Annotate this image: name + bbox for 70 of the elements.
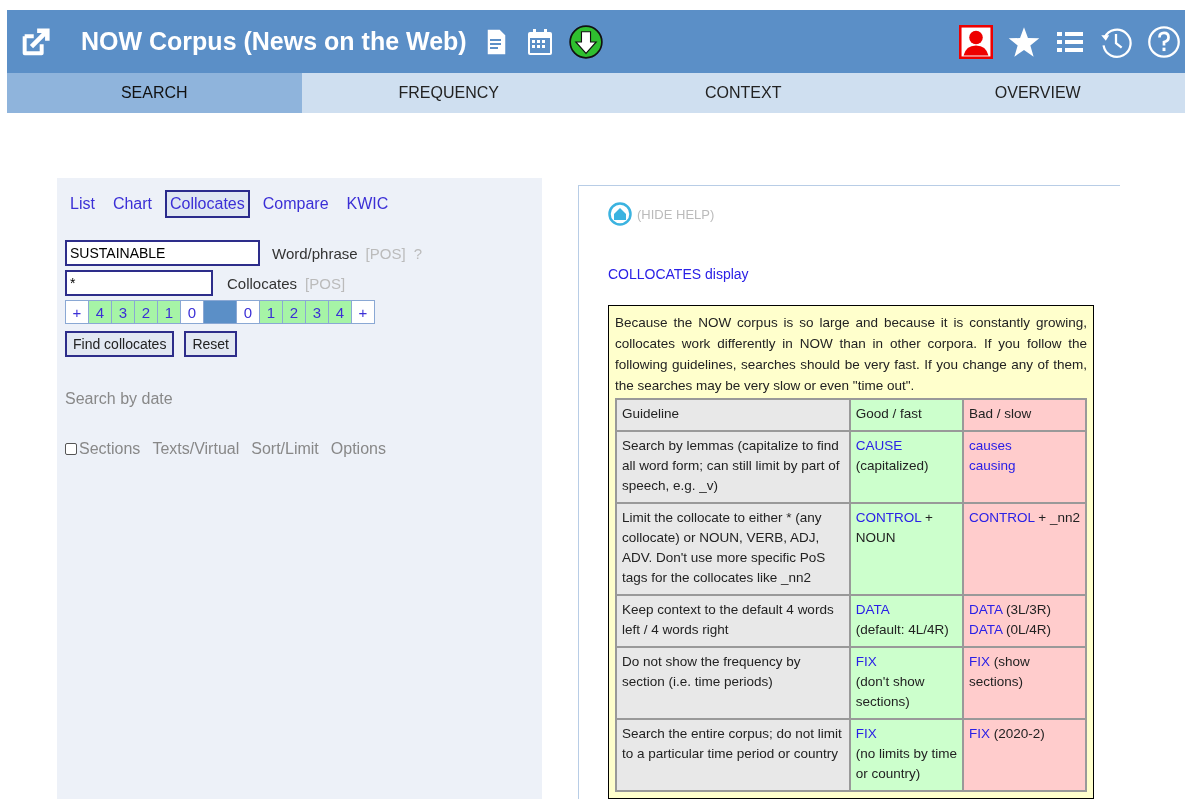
cell-text: sections) <box>855 694 910 709</box>
download-icon[interactable] <box>568 24 603 59</box>
cell-text: NOUN <box>855 530 896 545</box>
cell-text: + <box>924 510 933 525</box>
app-title: NOW Corpus (News on the Web) <box>81 27 467 56</box>
field-label: Collocates <box>227 274 298 292</box>
span-position[interactable]: 2 <box>283 301 306 323</box>
option-label: Sections <box>79 440 141 458</box>
span-position[interactable]: 2 <box>135 301 158 323</box>
help-text: Because the NOW corpus is so large and because it is constantly growing, collocates work differently in NOW than in other corpora. If you follow the following guidelines, searches should be very fast. If you change any of them, the searches may be very slow or even "time out". <box>615 314 1087 395</box>
span-position[interactable]: 4 <box>329 301 352 323</box>
span-position[interactable]: 1 <box>260 301 283 323</box>
collocate-field[interactable]: * <box>65 270 213 296</box>
guideline-cell: Search the entire corpus; do not limit to a particular time period or country <box>616 719 850 791</box>
table-link[interactable]: CAUSE <box>855 438 903 453</box>
mode-tab[interactable]: Compare <box>257 190 334 218</box>
cell-text: (show <box>992 654 1030 669</box>
cell-text: (3L/3R) <box>1005 602 1052 617</box>
column-header: Bad / slow <box>963 399 1086 431</box>
nav-tab[interactable]: SEARCH <box>7 73 302 113</box>
table-link[interactable]: causes <box>969 438 1012 453</box>
table-link[interactable]: DATA <box>855 602 890 617</box>
guideline-cell: Limit the collocate to either * (any collocate) or NOUN, VERB, ADJ, ADV. Don't use more specific PoS tags for the collocates like _nn2 <box>616 503 850 595</box>
span-position[interactable]: 3 <box>112 301 135 323</box>
table-link[interactable]: FIX <box>969 726 991 741</box>
nav-tab[interactable]: CONTEXT <box>596 73 891 113</box>
help-icon[interactable] <box>1147 24 1181 59</box>
expand-span-button[interactable]: + <box>352 301 374 323</box>
nav-tab[interactable]: FREQUENCY <box>301 73 596 113</box>
span-position[interactable]: 0 <box>237 301 260 323</box>
user-icon[interactable] <box>959 24 993 59</box>
table-link[interactable]: DATA <box>969 622 1003 637</box>
table-link[interactable]: FIX <box>969 654 991 669</box>
form-button[interactable]: Reset <box>184 331 237 357</box>
span-position[interactable]: 4 <box>89 301 112 323</box>
nav-tab[interactable]: OVERVIEW <box>890 73 1185 113</box>
column-header: Guideline <box>616 399 850 431</box>
mode-tab[interactable]: KWIC <box>341 190 394 218</box>
cell-text: (default: 4L/4R) <box>855 622 949 637</box>
mode-tab[interactable]: Chart <box>107 190 158 218</box>
cell-text: sections) <box>969 674 1024 689</box>
cell-text: (don't show <box>855 674 925 689</box>
table-link[interactable]: CONTROL <box>969 510 1035 525</box>
guideline-cell: Search by lemmas (capitalize to find all word form; can still limit by part of speech, e.g. _v) <box>616 431 850 503</box>
mode-tab[interactable]: List <box>65 190 100 218</box>
cell-text: (no limits by time <box>855 746 958 761</box>
table-link[interactable]: FIX <box>855 654 877 669</box>
span-position[interactable]: 0 <box>181 301 204 323</box>
guideline-cell: Keep context to the default 4 words left / 4 words right <box>616 595 850 647</box>
table-link[interactable]: DATA <box>969 602 1003 617</box>
column-header: Good / fast <box>849 399 964 431</box>
table-link[interactable]: FIX <box>855 726 877 741</box>
expand-span-button[interactable]: + <box>66 301 89 323</box>
home-icon[interactable] <box>608 202 632 226</box>
form-button[interactable]: Find collocates <box>65 331 175 357</box>
help-heading: COLLOCATES display <box>608 266 749 282</box>
cell-text: (0L/4R) <box>1005 622 1052 637</box>
guideline-cell: Do not show the frequency by section (i.e. time periods) <box>616 647 850 719</box>
mode-tab[interactable]: Collocates <box>165 190 250 218</box>
cell-text: (2020-2) <box>992 726 1045 741</box>
table-link[interactable]: causing <box>969 458 1016 473</box>
span-position[interactable]: 1 <box>158 301 181 323</box>
span-position[interactable]: 3 <box>306 301 329 323</box>
checkbox[interactable] <box>65 443 77 455</box>
cell-text: or country) <box>855 766 921 781</box>
cell-text: + _nn2 <box>1037 510 1080 525</box>
word-field[interactable]: SUSTAINABLE <box>65 240 260 266</box>
cell-text: (capitalized) <box>855 458 929 473</box>
table-link[interactable]: CONTROL <box>855 510 922 525</box>
field-label: Word/phrase <box>272 244 358 262</box>
